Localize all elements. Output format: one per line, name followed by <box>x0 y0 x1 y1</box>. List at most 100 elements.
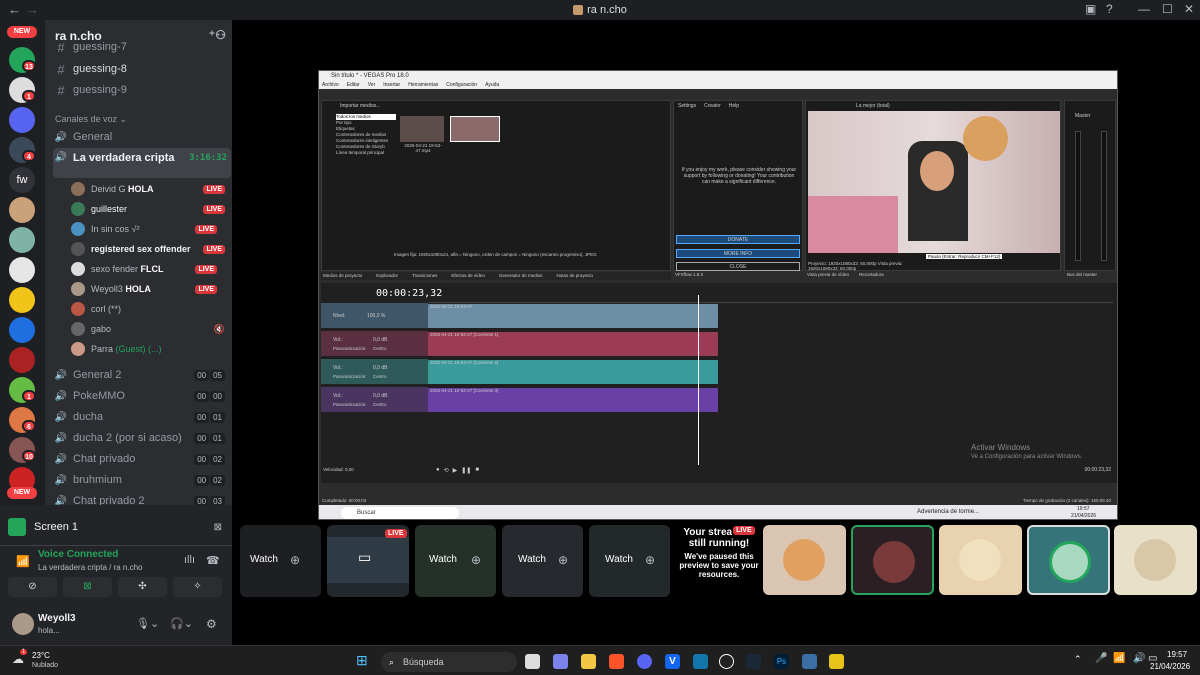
voice-user[interactable]: In sin cos √² LIVE <box>71 219 231 239</box>
menu-item[interactable]: Creator <box>704 103 721 109</box>
more-info-button[interactable]: MORE INFO <box>676 249 800 258</box>
close-icon[interactable]: ✕ <box>1184 2 1194 16</box>
microphone-icon[interactable]: 🎙⌄ <box>136 617 159 630</box>
menu-item[interactable]: Settings <box>678 103 696 109</box>
popout-icon[interactable]: ⊕ <box>645 553 655 567</box>
audio-track-header[interactable]: Vol.: 0,0 dB Panoramización: Centro <box>321 331 428 357</box>
menu-item[interactable]: Help <box>729 103 739 109</box>
tree-item[interactable]: Línea temporal principal <box>336 150 396 156</box>
screen-share-row[interactable]: Screen 1 ⊠ <box>8 513 228 541</box>
volume-icon[interactable]: 🔊 <box>1133 653 1145 664</box>
wifi-icon[interactable]: 📶 <box>1113 653 1125 664</box>
participant-tile[interactable] <box>851 525 934 595</box>
minimize-icon[interactable]: — <box>1138 2 1150 16</box>
whatsapp-icon[interactable] <box>693 654 708 669</box>
camera-off-button[interactable]: ⊘ <box>8 577 57 597</box>
app-icon[interactable] <box>829 654 844 669</box>
voice-channel[interactable]: 🔊 Chat privado 2 00 03 <box>53 491 231 505</box>
loop-icon[interactable]: ⟲ <box>444 467 449 474</box>
obs-icon[interactable] <box>719 654 734 669</box>
popout-icon[interactable]: ⊕ <box>290 553 300 567</box>
voice-channel[interactable]: 🔊 Chat privado 00 02 <box>53 449 231 469</box>
inbox-icon[interactable]: ▣ <box>1085 2 1096 16</box>
soundboard-icon[interactable]: ıllı <box>184 554 195 566</box>
participant-tile[interactable] <box>1114 525 1197 595</box>
stream-tile[interactable]: Watch ⊕ <box>502 525 583 597</box>
voice-user[interactable]: Parra (Guest) (...) <box>71 339 231 359</box>
watch-button[interactable]: Watch <box>429 554 457 565</box>
mic-tray-icon[interactable]: 🎤 <box>1095 653 1107 664</box>
close-button[interactable]: CLOSE <box>676 262 800 271</box>
settings-gear-icon[interactable]: ⚙ <box>206 617 217 631</box>
voice-user[interactable]: gabo 🔇 <box>71 319 231 339</box>
voice-user[interactable]: registered sex offender LIVE <box>71 239 231 259</box>
voice-user[interactable]: Weyoll3 HOLA LIVE <box>71 279 231 299</box>
file-explorer-icon[interactable] <box>581 654 596 669</box>
voice-user[interactable]: guillester LIVE <box>71 199 231 219</box>
voice-channel-active[interactable]: 🔊 La verdadera cripta 3:16:32 <box>53 148 231 178</box>
media-thumbnail-selected[interactable] <box>450 116 500 142</box>
donate-button[interactable]: DONATE <box>676 235 800 244</box>
teams-icon[interactable] <box>553 654 568 669</box>
audio-clip[interactable]: 2026-04-21 19-53-47 [Corriente 3] <box>428 388 718 412</box>
discord-icon[interactable] <box>637 654 652 669</box>
timeline[interactable]: 00:00:23,32 Nivel: 100,0 % 2026-04-21 19-… <box>321 283 1117 483</box>
tray-chevron-icon[interactable]: ⌃ <box>1074 654 1082 665</box>
voice-channel[interactable]: 🔊 PokeMMO 00 00 <box>53 386 231 406</box>
voice-category[interactable]: Canales de voz ⌄ <box>55 114 127 125</box>
voice-channel[interactable]: 🔊 bruhmium 00 02 <box>53 470 231 490</box>
steam-icon[interactable] <box>746 654 761 669</box>
server-icon[interactable] <box>9 257 35 283</box>
screen-share-button[interactable]: ⊠ <box>63 577 112 597</box>
tab[interactable]: Recortadora <box>859 272 884 277</box>
photos-icon[interactable] <box>802 654 817 669</box>
server-icon[interactable] <box>9 107 35 133</box>
text-channel[interactable]: # guessing-8 <box>53 59 231 79</box>
headphones-icon[interactable]: 🎧⌄ <box>170 617 193 630</box>
voice-channel[interactable]: 🔊 ducha 2 (por si acaso) 00 01 <box>53 428 231 448</box>
record-icon[interactable]: ● <box>436 467 440 473</box>
effects-button[interactable]: ✧ <box>173 577 222 597</box>
text-channel[interactable]: # guessing-9 <box>53 80 231 100</box>
tab[interactable]: Vista previa de vídeo <box>807 272 849 277</box>
vegas-window[interactable]: Sin título * - VEGAS Pro 18.0 Archivo Ed… <box>318 70 1118 520</box>
maximize-icon[interactable]: ☐ <box>1162 2 1173 16</box>
menu-item[interactable]: Archivo <box>322 81 339 89</box>
voice-channel[interactable]: 🔊 General <box>53 127 231 147</box>
activities-button[interactable]: ✣ <box>118 577 167 597</box>
tab[interactable]: Efectos de vídeo <box>451 272 485 280</box>
audio-clip[interactable]: 2026-04-21 19-53-47 [Corriente 1] <box>428 332 718 356</box>
inner-search[interactable]: Buscar <box>341 507 459 519</box>
pause-icon[interactable]: ❚❚ <box>461 467 471 474</box>
stream-tile[interactable]: Watch ⊕ <box>589 525 670 597</box>
server-icon[interactable] <box>9 287 35 313</box>
voice-channel[interactable]: 🔊 General 2 00 05 <box>53 365 231 385</box>
watch-button[interactable]: Watch <box>250 554 278 565</box>
stream-tile[interactable]: Watch ⊕ <box>415 525 496 597</box>
voice-user[interactable]: corl (**) <box>71 299 231 319</box>
photoshop-icon[interactable]: Ps <box>774 654 789 669</box>
help-icon[interactable]: ? <box>1106 2 1113 16</box>
server-icon[interactable] <box>9 227 35 253</box>
media-thumbnail[interactable] <box>400 116 444 142</box>
tab[interactable]: VFXflow 1.8.3 <box>675 272 703 277</box>
playhead[interactable] <box>698 295 699 465</box>
play-icon[interactable]: ▶ <box>453 467 458 474</box>
task-view-icon[interactable] <box>525 654 540 669</box>
voice-user[interactable]: Deivid G HOLA LIVE <box>71 179 231 199</box>
audio-track-header[interactable]: Vol.: 0,0 dB Panoramización: Centro <box>321 359 428 385</box>
participant-tile[interactable] <box>1027 525 1110 595</box>
vegas-icon[interactable]: V <box>665 654 680 669</box>
tab[interactable]: Bus del master <box>1067 272 1097 277</box>
popout-icon[interactable]: ⊕ <box>471 553 481 567</box>
audio-clip[interactable]: 2026-04-21 19-53-47 [Corriente 2] <box>428 360 718 384</box>
tab[interactable]: Generador de medios <box>499 272 543 280</box>
menu-item[interactable]: Herramientas <box>408 81 438 89</box>
menu-item[interactable]: Ayuda <box>485 81 499 89</box>
video-track-header[interactable]: Nivel: 100,0 % <box>321 303 428 329</box>
clock-date[interactable]: 21/04/2026 <box>1150 662 1190 671</box>
server-icon[interactable] <box>9 317 35 343</box>
text-channel[interactable]: # guessing-7 <box>53 40 231 54</box>
watch-button[interactable]: Watch <box>605 554 633 565</box>
stream-tile[interactable]: LIVE ▭ <box>327 525 409 597</box>
